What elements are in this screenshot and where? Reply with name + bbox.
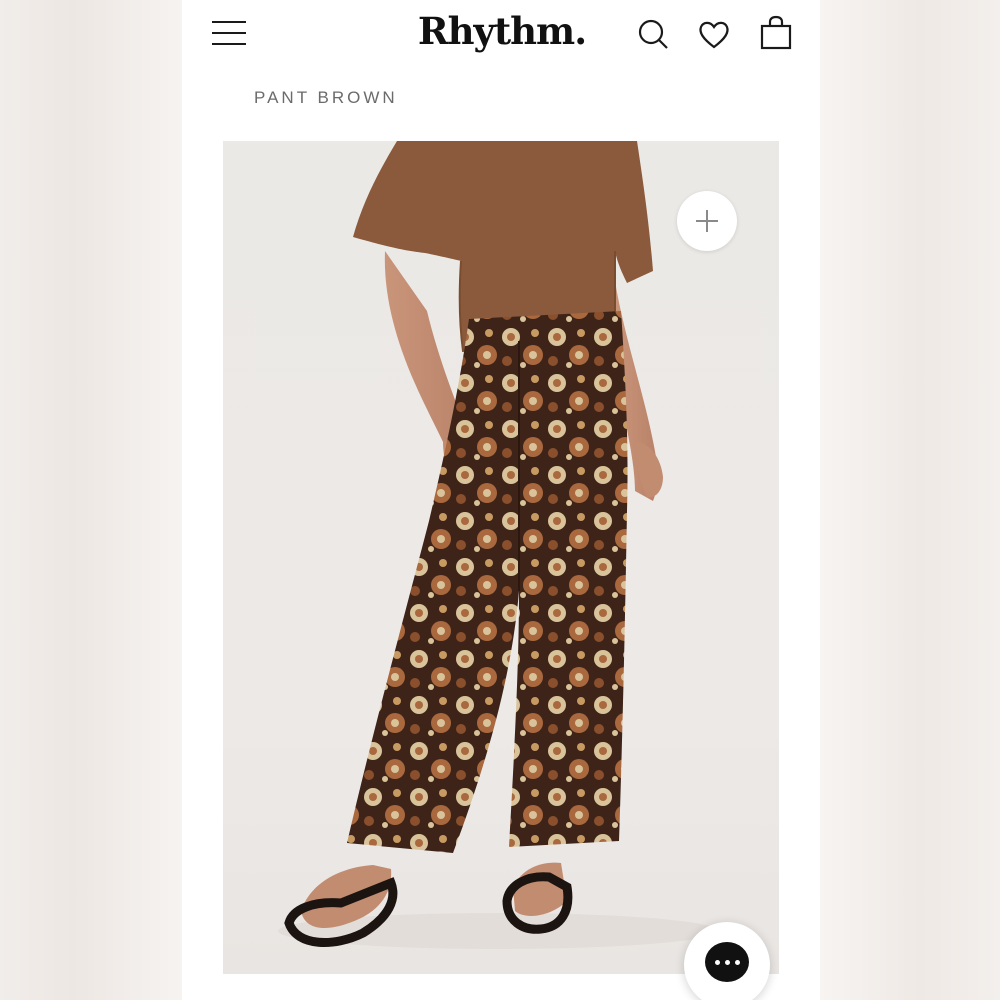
left-background <box>0 0 182 1000</box>
product-breadcrumb[interactable]: PANT BROWN <box>254 88 398 108</box>
zoom-plus-icon[interactable] <box>677 191 737 251</box>
heart-icon[interactable] <box>694 14 734 54</box>
right-background <box>820 0 1000 1000</box>
mobile-page: Rhythm. PANT BROWN <box>182 0 820 1000</box>
product-photo-illustration <box>278 141 718 949</box>
site-header: Rhythm. <box>182 0 820 70</box>
product-image[interactable] <box>223 141 779 974</box>
shopping-bag-icon[interactable] <box>756 14 796 54</box>
brand-logo[interactable]: Rhythm. <box>382 6 622 56</box>
hamburger-menu-icon[interactable] <box>210 16 250 50</box>
search-icon[interactable] <box>634 14 674 54</box>
chat-button[interactable] <box>684 922 770 1000</box>
chat-bubble-icon <box>705 942 749 982</box>
